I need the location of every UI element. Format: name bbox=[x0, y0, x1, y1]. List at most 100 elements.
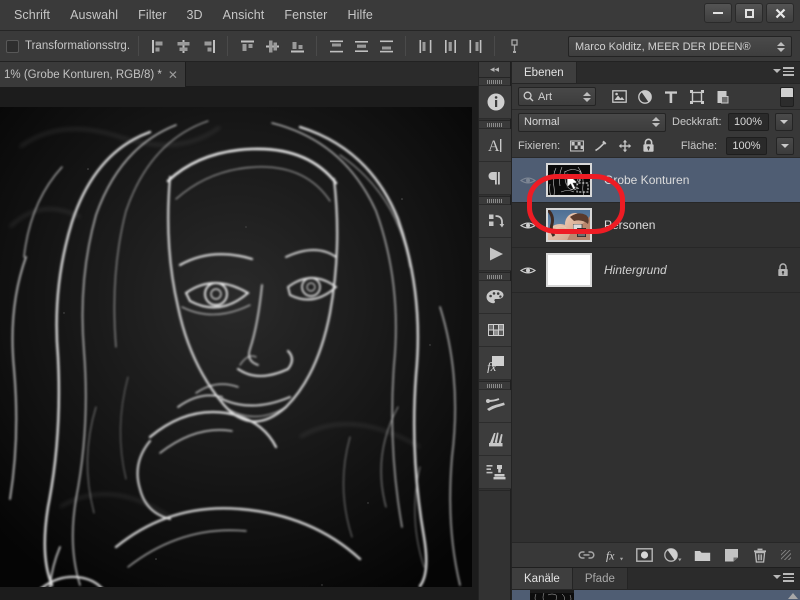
distribute-left-icon bbox=[419, 39, 431, 53]
add-layer-style-button[interactable]: fx bbox=[606, 546, 624, 564]
dock-grip[interactable] bbox=[479, 382, 510, 390]
layer-thumbnail-cell[interactable] bbox=[540, 163, 598, 197]
layer-name[interactable]: Hintergrund bbox=[598, 263, 770, 277]
filter-type-button[interactable] bbox=[662, 88, 680, 106]
minimize-button[interactable] bbox=[704, 3, 732, 23]
distribute-vertical-center-button[interactable] bbox=[350, 35, 372, 57]
character-panel-button[interactable]: A bbox=[479, 129, 512, 162]
link-layers-button[interactable] bbox=[577, 546, 595, 564]
opacity-value[interactable]: 100% bbox=[727, 113, 769, 131]
layer-thumbnail-cell[interactable] bbox=[540, 208, 598, 242]
menu-item-auswahl[interactable]: Auswahl bbox=[60, 4, 128, 27]
transform-controls-checkbox[interactable] bbox=[6, 39, 19, 53]
distribute-left-button[interactable] bbox=[414, 35, 436, 57]
move-cursor-overlay-icon bbox=[566, 172, 589, 193]
layer-thumbnail[interactable] bbox=[546, 163, 592, 197]
layer-lock-indicator bbox=[770, 263, 796, 277]
filter-pixel-button[interactable] bbox=[610, 88, 628, 106]
align-vertical-centers-button[interactable] bbox=[261, 35, 283, 57]
paragraph-panel-button[interactable] bbox=[479, 162, 512, 195]
new-adjustment-layer-button[interactable] bbox=[664, 546, 682, 564]
expand-panels-button[interactable]: ◂◂ bbox=[479, 62, 510, 78]
dock-grip[interactable] bbox=[479, 197, 510, 205]
table-row[interactable]: Grobe Konturen bbox=[512, 158, 800, 203]
layers-panel-menu-button[interactable] bbox=[773, 67, 794, 76]
workspace-selector[interactable]: Marco Kolditz, MEER DER IDEEN® bbox=[568, 36, 792, 57]
channel-row[interactable] bbox=[512, 590, 800, 600]
filter-enable-toggle[interactable] bbox=[780, 86, 794, 107]
channels-panel-tab-bar: Kanäle Pfade bbox=[512, 568, 800, 590]
tab-ebenen[interactable]: Ebenen bbox=[512, 62, 577, 83]
lock-transparent-pixels-button[interactable] bbox=[569, 138, 584, 153]
channels-panel-menu-button[interactable] bbox=[773, 573, 794, 582]
layer-thumbnail[interactable] bbox=[546, 253, 592, 287]
table-row[interactable]: Personen bbox=[512, 203, 800, 248]
document-canvas[interactable] bbox=[0, 107, 472, 587]
align-top-edges-button[interactable] bbox=[236, 35, 258, 57]
close-button[interactable] bbox=[766, 3, 794, 23]
delete-layer-button[interactable] bbox=[751, 546, 769, 564]
document-tab[interactable]: 1% (Grobe Konturen, RGB/8) * ✕ bbox=[0, 62, 186, 87]
layer-visibility-toggle[interactable] bbox=[516, 265, 540, 276]
menu-item-fenster[interactable]: Fenster bbox=[274, 4, 337, 27]
tab-pfade[interactable]: Pfade bbox=[572, 568, 628, 589]
align-right-edges-icon bbox=[204, 39, 215, 53]
info-panel-button[interactable] bbox=[479, 86, 512, 119]
menu-item-ansicht[interactable]: Ansicht bbox=[213, 4, 275, 27]
layer-thumbnail[interactable] bbox=[546, 208, 592, 242]
filter-type-icon bbox=[665, 90, 677, 103]
filter-shape-button[interactable] bbox=[688, 88, 706, 106]
new-layer-button[interactable] bbox=[722, 546, 740, 564]
canvas-area[interactable] bbox=[0, 87, 478, 600]
distribute-top-button[interactable] bbox=[325, 35, 347, 57]
actions-panel-button[interactable] bbox=[479, 205, 512, 238]
distribute-right-button[interactable] bbox=[464, 35, 486, 57]
align-bottom-edges-button[interactable] bbox=[286, 35, 308, 57]
opacity-slider-button[interactable] bbox=[774, 113, 793, 131]
dock-grip[interactable] bbox=[479, 121, 510, 129]
distribute-bottom-button[interactable] bbox=[375, 35, 397, 57]
filter-adjustment-button[interactable] bbox=[636, 88, 654, 106]
tool-presets-panel-button[interactable] bbox=[479, 423, 512, 456]
blend-mode-select[interactable]: Normal bbox=[518, 112, 666, 132]
new-group-button[interactable] bbox=[693, 546, 711, 564]
layer-name[interactable]: Grobe Konturen bbox=[598, 173, 770, 187]
lock-all-button[interactable] bbox=[641, 138, 656, 153]
scroll-up-arrow-icon[interactable] bbox=[788, 593, 798, 599]
table-row[interactable]: Hintergrund bbox=[512, 248, 800, 293]
color-panel-button[interactable] bbox=[479, 281, 512, 314]
dock-grip[interactable] bbox=[479, 273, 510, 281]
lock-position-button[interactable] bbox=[617, 138, 632, 153]
layer-list[interactable]: Grobe Konturen Personen Hintergrund bbox=[512, 158, 800, 542]
layer-visibility-toggle[interactable] bbox=[516, 220, 540, 231]
auto-align-button[interactable] bbox=[503, 35, 525, 57]
fill-slider-button[interactable] bbox=[776, 136, 794, 155]
align-left-edges-button[interactable] bbox=[147, 35, 169, 57]
fill-value[interactable]: 100% bbox=[726, 136, 767, 155]
distribute-horizontal-center-button[interactable] bbox=[439, 35, 461, 57]
lock-image-pixels-button[interactable] bbox=[593, 138, 608, 153]
layer-thumbnail-cell[interactable] bbox=[540, 253, 598, 287]
layer-visibility-toggle[interactable] bbox=[516, 175, 540, 186]
align-horizontal-centers-button[interactable] bbox=[172, 35, 194, 57]
document-close-icon[interactable]: ✕ bbox=[168, 69, 178, 81]
tab-kanaele[interactable]: Kanäle bbox=[512, 568, 573, 589]
menu-item-schrift[interactable]: Schrift bbox=[4, 4, 60, 27]
menu-item-hilfe[interactable]: Hilfe bbox=[337, 4, 383, 27]
panel-resize-grip[interactable] bbox=[781, 550, 791, 560]
align-group-vertical bbox=[147, 35, 219, 57]
clone-source-panel-button[interactable] bbox=[479, 456, 512, 489]
styles-panel-button[interactable]: fx bbox=[479, 347, 512, 380]
layer-name[interactable]: Personen bbox=[598, 218, 770, 232]
brush-presets-panel-button[interactable] bbox=[479, 390, 512, 423]
filter-smartobject-button[interactable] bbox=[714, 88, 732, 106]
swatches-panel-button[interactable] bbox=[479, 314, 512, 347]
dock-grip[interactable] bbox=[479, 78, 510, 86]
maximize-button[interactable] bbox=[735, 3, 763, 23]
add-layer-mask-button[interactable] bbox=[635, 546, 653, 564]
filter-kind-select[interactable]: Art bbox=[518, 87, 596, 106]
menu-item-3d[interactable]: 3D bbox=[176, 4, 212, 27]
menu-item-filter[interactable]: Filter bbox=[128, 4, 176, 27]
timeline-panel-button[interactable] bbox=[479, 238, 512, 271]
align-right-edges-button[interactable] bbox=[197, 35, 219, 57]
